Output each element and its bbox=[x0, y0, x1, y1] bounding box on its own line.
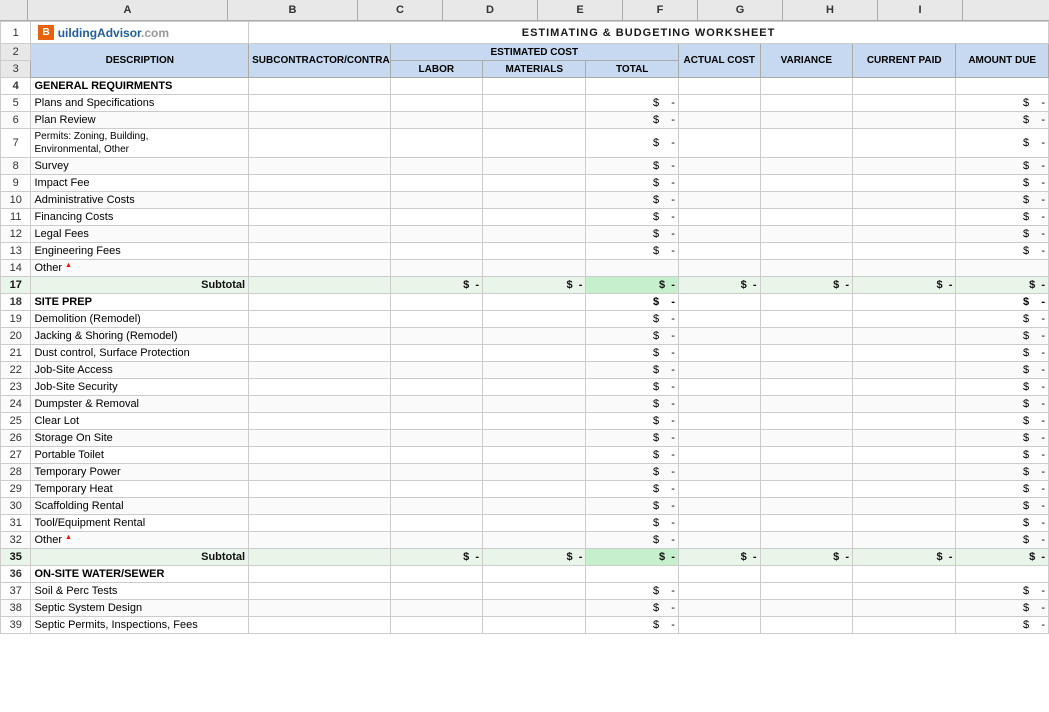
row-num-5: 5 bbox=[1, 95, 31, 112]
col-letter-c[interactable]: C bbox=[358, 0, 443, 20]
table-row: 27 Portable Toilet $ - $ - bbox=[1, 447, 1049, 464]
table-row: 21 Dust control, Surface Protection $ - … bbox=[1, 345, 1049, 362]
description-header: DESCRIPTION bbox=[31, 44, 249, 78]
section-general: 4 GENERAL REQUIRMENTS bbox=[1, 78, 1049, 95]
header-row-2: 2 DESCRIPTION SUBCONTRACTOR/CONTRACT OR … bbox=[1, 44, 1049, 61]
estimated-cost-header: ESTIMATED COST bbox=[390, 44, 678, 61]
subtotal-label-1: Subtotal bbox=[31, 277, 249, 294]
subtotal-label-2: Subtotal bbox=[31, 549, 249, 566]
row-num-2: 2 bbox=[1, 44, 31, 61]
col-letter-e[interactable]: E bbox=[538, 0, 623, 20]
table-row: 23 Job-Site Security $ - $ - bbox=[1, 379, 1049, 396]
row-num-4: 4 bbox=[1, 78, 31, 95]
table-row: 10 Administrative Costs $ - $ - bbox=[1, 192, 1049, 209]
labor-header: LABOR bbox=[390, 61, 483, 78]
materials-header: MATERIALS bbox=[483, 61, 586, 78]
table-row: 39 Septic Permits, Inspections, Fees $ -… bbox=[1, 617, 1049, 634]
table-row: 19 Demolition (Remodel) $ - $ - bbox=[1, 311, 1049, 328]
table-row: 31 Tool/Equipment Rental $ - $ - bbox=[1, 515, 1049, 532]
col-letter-b[interactable]: B bbox=[228, 0, 358, 20]
subtotal-row-siteprep: 35 Subtotal $ - $ - $ - $ - $ - $ - $ - bbox=[1, 549, 1049, 566]
subcontractor-header: SUBCONTRACTOR/CONTRACT OR bbox=[249, 44, 390, 78]
logo-text: uildingAdvisor.com bbox=[58, 26, 169, 40]
table-row: 30 Scaffolding Rental $ - $ - bbox=[1, 498, 1049, 515]
table-row: 32 Other ▲ $ - $ - bbox=[1, 532, 1049, 549]
table-row: 6 Plan Review $ - $ - bbox=[1, 112, 1049, 129]
col-letter-a[interactable]: A bbox=[28, 0, 228, 20]
corner-cell bbox=[0, 0, 28, 20]
logo-box: B bbox=[38, 25, 53, 40]
table-row: 25 Clear Lot $ - $ - bbox=[1, 413, 1049, 430]
row-num-3: 3 bbox=[1, 61, 31, 78]
spreadsheet-container: A B C D E F G H I 1 bbox=[0, 0, 1049, 712]
table-row: 14 Other ▲ bbox=[1, 260, 1049, 277]
main-table: 1 B uildingAdvisor.com ESTIMATING & BUDG… bbox=[0, 21, 1049, 634]
total-header: TOTAL bbox=[586, 61, 679, 78]
general-req-label: GENERAL REQUIRMENTS bbox=[31, 78, 249, 95]
col-letter-d[interactable]: D bbox=[443, 0, 538, 20]
table-row: 13 Engineering Fees $ - $ - bbox=[1, 243, 1049, 260]
amount-due-header: AMOUNT DUE bbox=[956, 44, 1049, 78]
table-row: 28 Temporary Power $ - $ - bbox=[1, 464, 1049, 481]
table-row: 20 Jacking & Shoring (Remodel) $ - $ - bbox=[1, 328, 1049, 345]
col-letter-g[interactable]: G bbox=[698, 0, 783, 20]
current-paid-header: CURRENT PAID bbox=[853, 44, 956, 78]
col-letter-h[interactable]: H bbox=[783, 0, 878, 20]
actual-cost-header: ACTUAL COST bbox=[678, 44, 760, 78]
table-row: 8 Survey $ - $ - bbox=[1, 158, 1049, 175]
table-row: 24 Dumpster & Removal $ - $ - bbox=[1, 396, 1049, 413]
table-row: 9 Impact Fee $ - $ - bbox=[1, 175, 1049, 192]
subtotal-row-general: 17 Subtotal $ - $ - $ - $ - $ - $ - $ - bbox=[1, 277, 1049, 294]
table-row: 29 Temporary Heat $ - $ - bbox=[1, 481, 1049, 498]
site-prep-label: SITE PREP bbox=[31, 294, 249, 311]
title-row: 1 B uildingAdvisor.com ESTIMATING & BUDG… bbox=[1, 22, 1049, 44]
table-row: 11 Financing Costs $ - $ - bbox=[1, 209, 1049, 226]
col-letter-f[interactable]: F bbox=[623, 0, 698, 20]
logo-com: .com bbox=[141, 26, 169, 40]
table-row: 26 Storage On Site $ - $ - bbox=[1, 430, 1049, 447]
table-row: 7 Permits: Zoning, Building,Environmenta… bbox=[1, 129, 1049, 158]
table-row: 5 Plans and Specifications $ - $ - bbox=[1, 95, 1049, 112]
variance-header: VARIANCE bbox=[760, 44, 853, 78]
desc-5[interactable]: Plans and Specifications bbox=[31, 95, 249, 112]
section-water-sewer: 36 ON-SITE WATER/SEWER bbox=[1, 566, 1049, 583]
section-site-prep: 18 SITE PREP $ - $ - bbox=[1, 294, 1049, 311]
table-row: 12 Legal Fees $ - $ - bbox=[1, 226, 1049, 243]
logo-building: uildingAdvisor bbox=[58, 26, 141, 40]
row-num-1: 1 bbox=[1, 22, 31, 44]
water-sewer-label: ON-SITE WATER/SEWER bbox=[31, 566, 249, 583]
table-row: 37 Soil & Perc Tests $ - $ - bbox=[1, 583, 1049, 600]
table-row: 38 Septic System Design $ - $ - bbox=[1, 600, 1049, 617]
col-letter-i[interactable]: I bbox=[878, 0, 963, 20]
worksheet-title: ESTIMATING & BUDGETING WORKSHEET bbox=[249, 22, 1049, 44]
table-row: 22 Job-Site Access $ - $ - bbox=[1, 362, 1049, 379]
sheet-wrapper: 1 B uildingAdvisor.com ESTIMATING & BUDG… bbox=[0, 21, 1049, 634]
column-letter-headers: A B C D E F G H I bbox=[0, 0, 1049, 21]
logo-cell: B uildingAdvisor.com bbox=[31, 22, 249, 44]
